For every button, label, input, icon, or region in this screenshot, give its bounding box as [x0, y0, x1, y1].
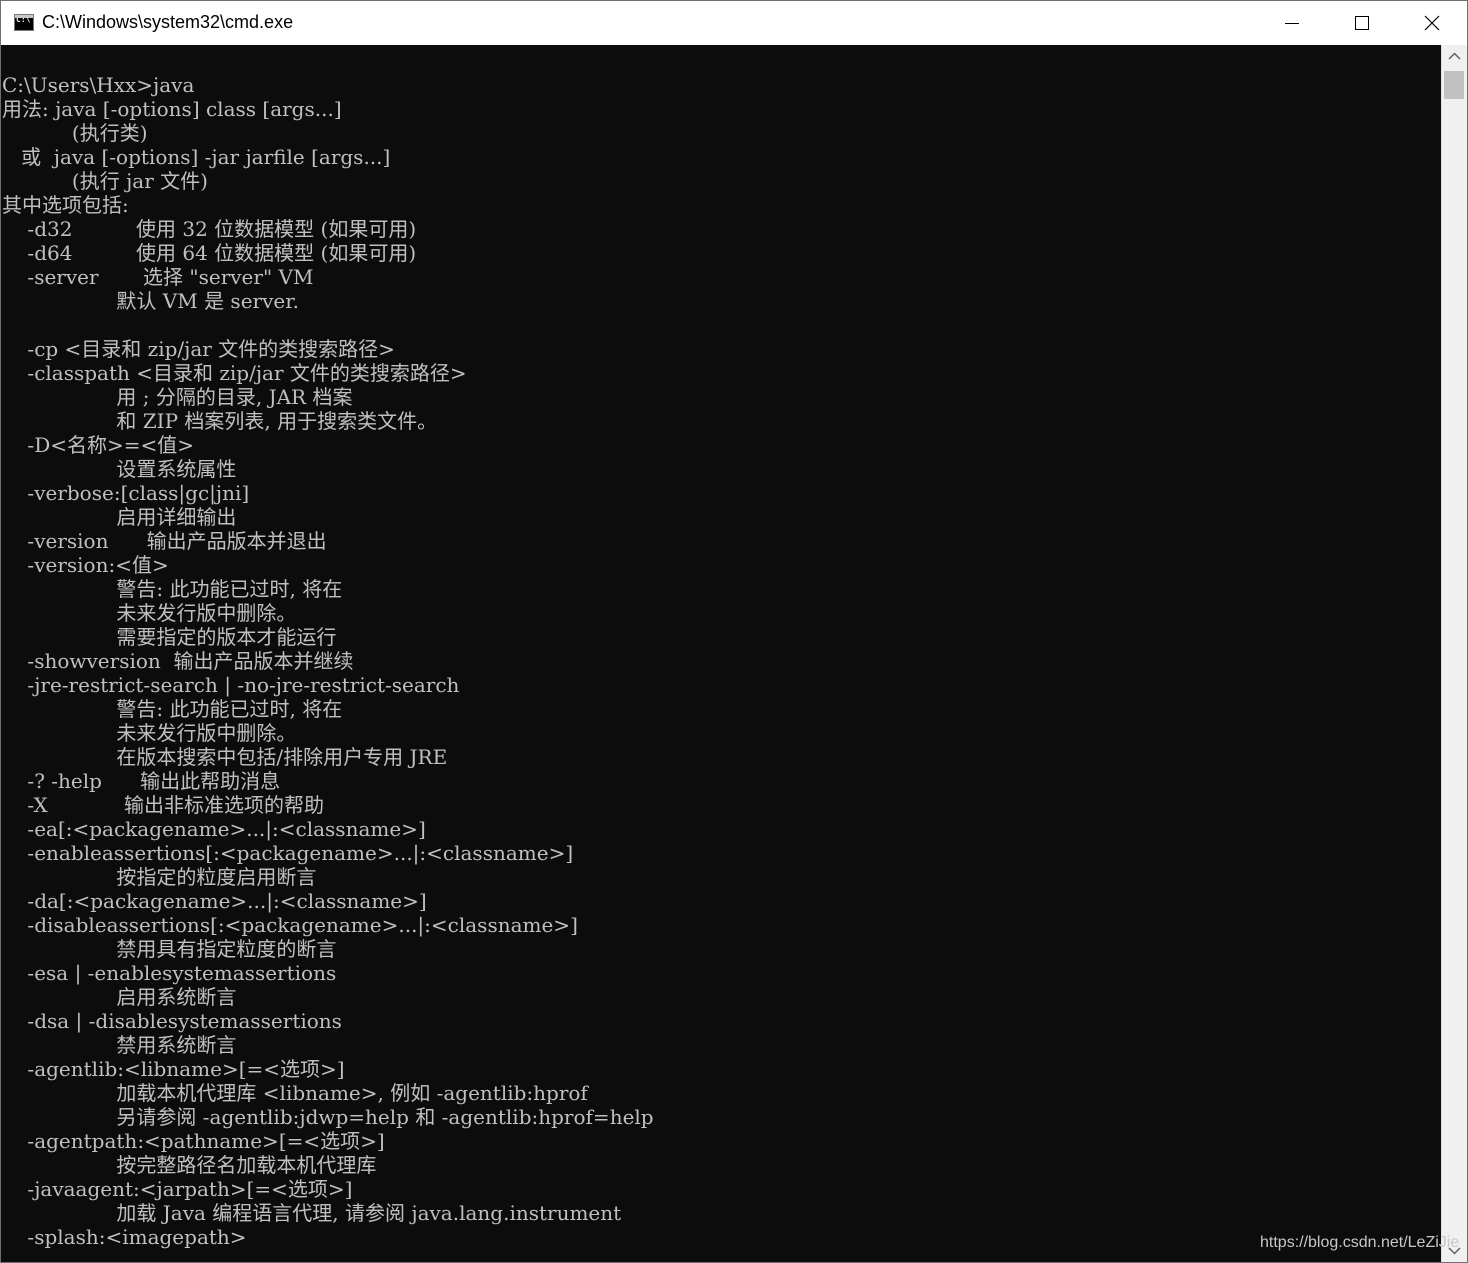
- console-line: 未来发行版中删除。: [2, 721, 297, 745]
- console-line: -d64 使用 64 位数据模型 (如果可用): [2, 241, 417, 265]
- console-line: -javaagent:<jarpath>[=<选项>]: [2, 1177, 353, 1201]
- console-line: -D<名称>=<值>: [2, 433, 195, 457]
- console-line: 按指定的粒度启用断言: [2, 865, 317, 889]
- console-window: C:\Windows\system32\cmd.exe C:\Users\Hxx…: [0, 0, 1468, 1263]
- console-line: 启用系统断言: [2, 985, 237, 1009]
- console-line: 警告: 此功能已过时, 将在: [2, 697, 343, 721]
- console-line: -disableassertions[:<packagename>...|:<c…: [2, 913, 578, 937]
- minimize-button[interactable]: [1257, 1, 1327, 45]
- minimize-icon: [1285, 23, 1299, 24]
- console-line: 需要指定的版本才能运行: [2, 625, 337, 649]
- title-bar[interactable]: C:\Windows\system32\cmd.exe: [1, 1, 1467, 45]
- cmd-console-icon: [14, 14, 34, 31]
- console-line: -splash:<imagepath>: [2, 1225, 247, 1249]
- scrollbar-thumb[interactable]: [1444, 71, 1464, 99]
- scroll-up-button[interactable]: [1442, 45, 1467, 69]
- console-line: (执行 jar 文件): [2, 169, 208, 193]
- maximize-button[interactable]: [1327, 1, 1397, 45]
- console-line: (执行类): [2, 121, 148, 145]
- console-output[interactable]: C:\Users\Hxx>java 用法: java [-options] cla…: [1, 45, 1441, 1262]
- console-line: 默认 VM 是 server.: [2, 289, 299, 313]
- console-line: -da[:<packagename>...|:<classname>]: [2, 889, 427, 913]
- console-line: 另请参阅 -agentlib:jdwp=help 和 -agentlib:hpr…: [2, 1105, 654, 1129]
- watermark-text: https://blog.csdn.net/LeZiJie: [1260, 1234, 1460, 1251]
- console-line: -cp <目录和 zip/jar 文件的类搜索路径>: [2, 337, 395, 361]
- console-line: -version:<值>: [2, 553, 169, 577]
- console-line: 设置系统属性: [2, 457, 237, 481]
- console-line: -enableassertions[:<packagename>...|:<cl…: [2, 841, 574, 865]
- console-line: 用 ; 分隔的目录, JAR 档案: [2, 385, 353, 409]
- console-line: -dsa | -disablesystemassertions: [2, 1009, 342, 1033]
- console-line: -agentlib:<libname>[=<选项>]: [2, 1057, 345, 1081]
- console-line: -ea[:<packagename>...|:<classname>]: [2, 817, 426, 841]
- console-line: -verbose:[class|gc|jni]: [2, 481, 250, 505]
- console-line: 和 ZIP 档案列表, 用于搜索类文件。: [2, 409, 438, 433]
- console-line: -esa | -enablesystemassertions: [2, 961, 337, 985]
- window-title: C:\Windows\system32\cmd.exe: [42, 12, 294, 32]
- console-line: -classpath <目录和 zip/jar 文件的类搜索路径>: [2, 361, 467, 385]
- console-line: -? -help 输出此帮助消息: [2, 769, 281, 793]
- maximize-icon: [1355, 16, 1369, 30]
- console-line: C:\Users\Hxx>java: [2, 73, 195, 97]
- console-line: -server 选择 "server" VM: [2, 265, 314, 289]
- console-line: 在版本搜索中包括/排除用户专用 JRE: [2, 745, 448, 769]
- console-line: 禁用系统断言: [2, 1033, 237, 1057]
- console-line: -version 输出产品版本并退出: [2, 529, 327, 553]
- console-line: 加载本机代理库 <libname>, 例如 -agentlib:hprof: [2, 1081, 588, 1105]
- console-line: 或 java [-options] -jar jarfile [args...]: [2, 145, 391, 169]
- console-line: -jre-restrict-search | -no-jre-restrict-…: [2, 673, 460, 697]
- console-line: 其中选项包括:: [2, 193, 129, 217]
- close-button[interactable]: [1397, 1, 1467, 45]
- console-line: -X 输出非标准选项的帮助: [2, 793, 325, 817]
- chevron-up-icon: [1448, 52, 1461, 60]
- close-icon: [1424, 15, 1440, 31]
- console-line: -d32 使用 32 位数据模型 (如果可用): [2, 217, 417, 241]
- vertical-scrollbar[interactable]: [1441, 45, 1467, 1262]
- console-line: 加载 Java 编程语言代理, 请参阅 java.lang.instrument: [2, 1201, 622, 1225]
- console-line: -agentpath:<pathname>[=<选项>]: [2, 1129, 385, 1153]
- console-line: 启用详细输出: [2, 505, 237, 529]
- console-line: -showversion 输出产品版本并继续: [2, 649, 354, 673]
- console-line: 禁用具有指定粒度的断言: [2, 937, 337, 961]
- console-line: 用法: java [-options] class [args...]: [2, 97, 342, 121]
- console-line: 未来发行版中删除。: [2, 601, 297, 625]
- console-line: 按完整路径名加载本机代理库: [2, 1153, 377, 1177]
- console-line: 警告: 此功能已过时, 将在: [2, 577, 343, 601]
